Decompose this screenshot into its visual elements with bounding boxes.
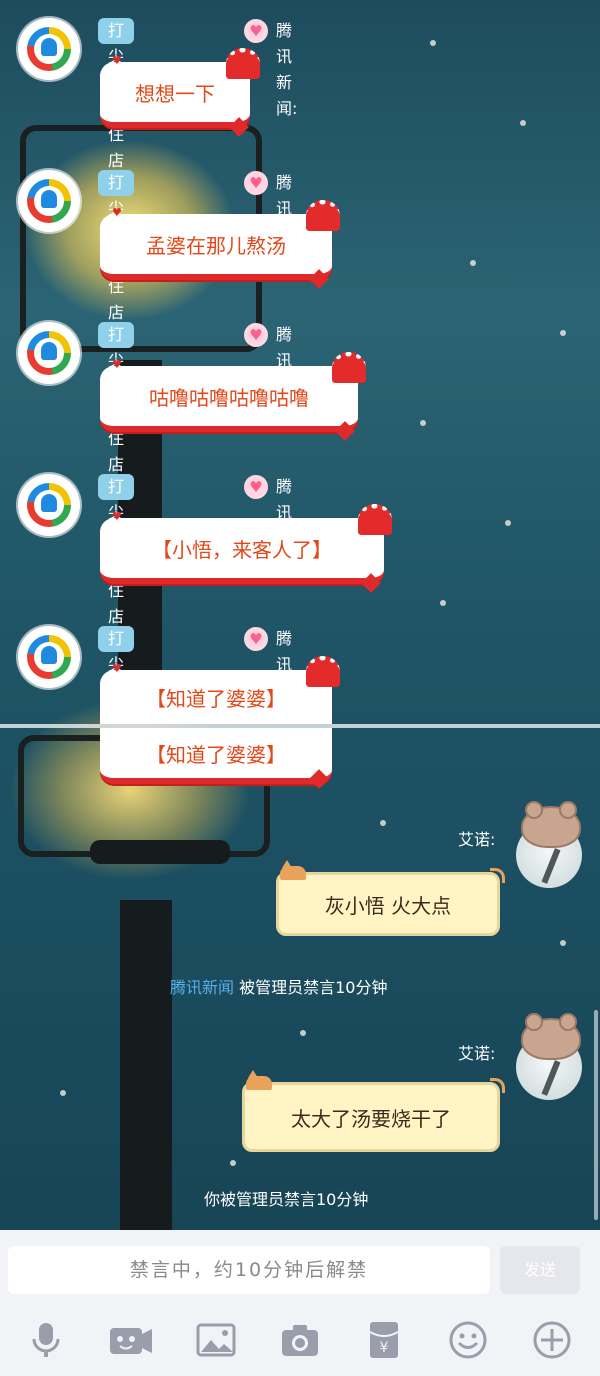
- member-title-tag: 打尖还是住店: [98, 322, 135, 474]
- emoji-icon[interactable]: [448, 1320, 488, 1360]
- bell-icon: [41, 190, 57, 208]
- snowflake: [60, 1090, 66, 1096]
- system-notice: 你被管理员禁言10分钟: [204, 1190, 369, 1209]
- message-bubble[interactable]: 咕噜咕噜咕噜咕噜: [100, 366, 358, 432]
- snowflake: [430, 40, 436, 46]
- avatar-tencent-news[interactable]: [18, 18, 80, 80]
- avatar-tencent-news[interactable]: [18, 474, 80, 536]
- santa-hat-icon: [358, 504, 392, 535]
- figure-icon: [541, 848, 561, 884]
- message-bubble[interactable]: 【知道了婆婆】: [100, 728, 332, 784]
- lamp-post-lower: [120, 900, 172, 1230]
- scrollbar[interactable]: [594, 1010, 598, 1220]
- snowflake: [470, 260, 476, 266]
- snowflake: [300, 1030, 306, 1036]
- chat-background: [0, 0, 600, 1230]
- heart-icon: ♥: [244, 323, 268, 347]
- bell-icon: [41, 646, 57, 664]
- heart-icon: ♥: [244, 627, 268, 651]
- bell-icon: [41, 38, 57, 56]
- member-title-tag: 打尖还是住店: [98, 170, 135, 322]
- message-bubble[interactable]: 孟婆在那儿熬汤: [100, 214, 332, 280]
- sender-name: 腾讯新闻:: [276, 21, 298, 118]
- hamster-icon: [521, 1013, 581, 1060]
- system-notice-text: 被管理员禁言10分钟: [239, 978, 388, 997]
- santa-hat-icon: [306, 656, 340, 687]
- avatar-user-aino[interactable]: [516, 801, 582, 888]
- heart-icon: ♥: [244, 19, 268, 43]
- cat-ear-icon: [282, 860, 292, 868]
- message-bubble-right[interactable]: 太大了汤要烧干了: [242, 1082, 500, 1152]
- santa-hat-icon: [226, 48, 260, 79]
- santa-hat-icon: [306, 200, 340, 231]
- snowflake: [440, 600, 446, 606]
- bell-icon: [41, 342, 57, 360]
- plus-icon[interactable]: [532, 1320, 572, 1360]
- avatar-tencent-news[interactable]: [18, 626, 80, 688]
- image-icon[interactable]: [196, 1320, 236, 1360]
- heart-icon: ♥: [112, 54, 122, 67]
- send-button[interactable]: 发送: [500, 1246, 580, 1294]
- snowflake: [380, 820, 386, 826]
- sender-name-right: 艾诺:: [458, 830, 496, 849]
- member-title-tag: 打尖还是住店: [98, 18, 135, 170]
- svg-text:¥: ¥: [380, 1340, 389, 1356]
- snowflake: [230, 1160, 236, 1166]
- hamster-icon: [521, 801, 581, 848]
- microphone-icon[interactable]: [26, 1320, 66, 1360]
- camera-icon[interactable]: [280, 1320, 320, 1360]
- lamp-base: [90, 840, 230, 864]
- red-packet-icon[interactable]: ¥: [364, 1320, 404, 1360]
- snowflake: [560, 940, 566, 946]
- member-title-tag: 打尖还是住店: [98, 474, 135, 626]
- cat-icon: [280, 866, 306, 880]
- heart-icon: ♥: [244, 171, 268, 195]
- bell-icon: [41, 494, 57, 512]
- snowflake: [560, 330, 566, 336]
- santa-hat-icon: [332, 352, 366, 383]
- cat-icon: [246, 1076, 272, 1090]
- heart-icon: ♥: [112, 358, 122, 371]
- sender-name-right: 艾诺:: [458, 1044, 496, 1063]
- snowflake: [520, 120, 526, 126]
- system-notice: 腾讯新闻 被管理员禁言10分钟: [158, 970, 399, 1002]
- muted-message-input[interactable]: 禁言中，约10分钟后解禁: [8, 1246, 490, 1294]
- figure-icon: [541, 1060, 561, 1096]
- avatar-user-aino[interactable]: [516, 1013, 582, 1100]
- snowflake: [420, 420, 426, 426]
- heart-icon: ♥: [244, 475, 268, 499]
- system-notice-name[interactable]: 腾讯新闻: [170, 978, 234, 997]
- message-bubble[interactable]: 【知道了婆婆】: [100, 670, 332, 724]
- heart-icon: ♥: [112, 206, 122, 219]
- heart-icon: ♥: [112, 662, 122, 675]
- avatar-tencent-news[interactable]: [18, 170, 80, 232]
- member-title-tag: 打尖还是住店: [98, 626, 135, 778]
- heart-icon: ♥: [112, 510, 122, 523]
- snowflake: [505, 520, 511, 526]
- video-icon[interactable]: [108, 1320, 154, 1360]
- avatar-tencent-news[interactable]: [18, 322, 80, 384]
- message-bubble[interactable]: 【小悟，来客人了】: [100, 518, 384, 584]
- cat-ear-icon: [248, 1070, 258, 1078]
- message-bubble-right[interactable]: 灰小悟 火大点: [276, 872, 500, 936]
